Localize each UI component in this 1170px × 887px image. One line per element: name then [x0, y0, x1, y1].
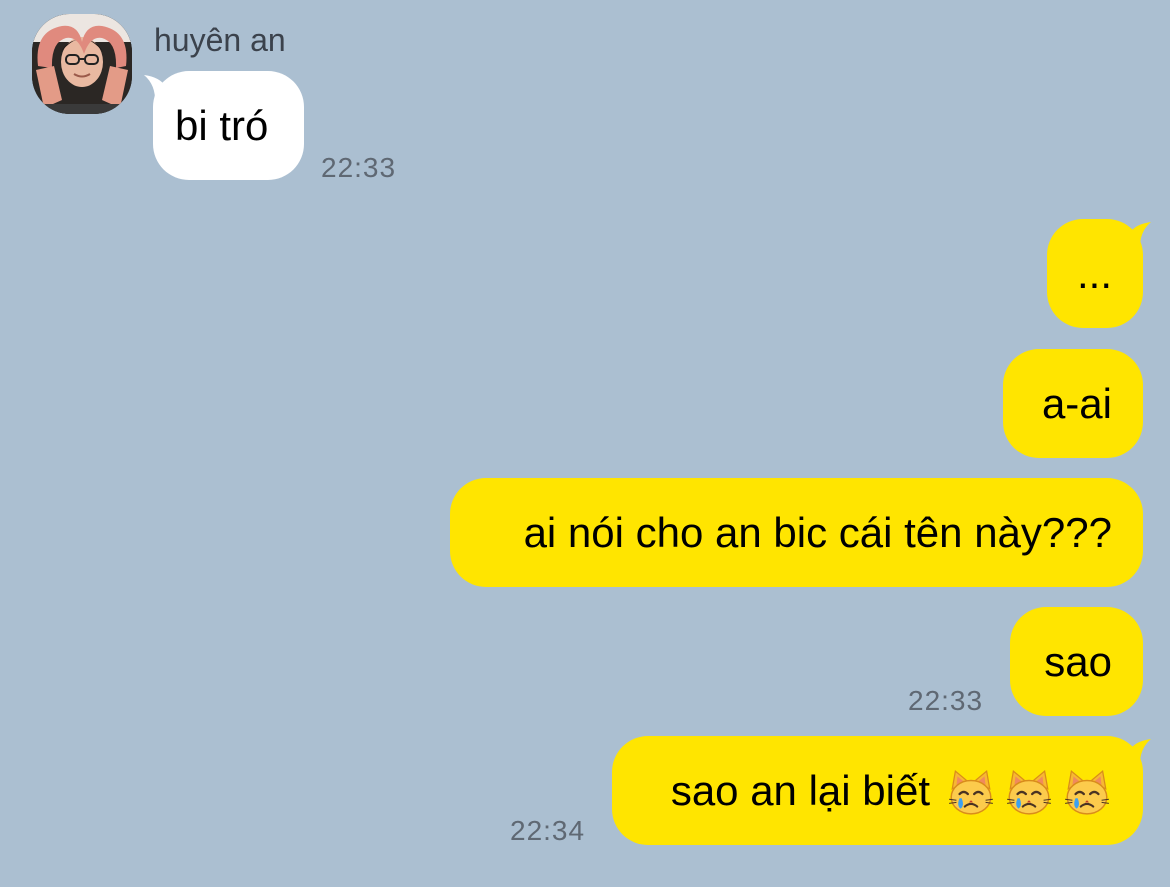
message-timestamp: 22:34 [510, 815, 586, 846]
outgoing-message-bubble[interactable]: ... [1047, 219, 1143, 328]
outgoing-message-bubble[interactable]: a-ai [1003, 349, 1143, 458]
outgoing-message-bubble[interactable]: ai nói cho an bic cái tên này??? [450, 478, 1143, 587]
message-text: sao an lại biết [670, 767, 930, 814]
message-text: bi tró [175, 102, 269, 149]
message-text: sao [1044, 638, 1112, 685]
sender-name: huyên an [154, 22, 286, 58]
crying-cat-face-icon [1004, 768, 1054, 818]
avatar-photo [32, 14, 132, 114]
message-text: ai nói cho an bic cái tên này??? [523, 509, 1112, 556]
crying-cat-face-icon [946, 768, 996, 818]
avatar[interactable] [32, 14, 132, 114]
message-text: a-ai [1041, 380, 1112, 427]
outgoing-message-bubble[interactable]: sao an lại biết [612, 736, 1143, 845]
outgoing-message-bubble[interactable]: sao [1010, 607, 1143, 716]
message-text: ... [1076, 250, 1112, 297]
message-timestamp: 22:33 [908, 685, 984, 716]
incoming-message-bubble[interactable]: bi tró [153, 71, 304, 180]
message-timestamp: 22:33 [321, 152, 397, 183]
crying-cat-face-icon [1062, 768, 1112, 818]
